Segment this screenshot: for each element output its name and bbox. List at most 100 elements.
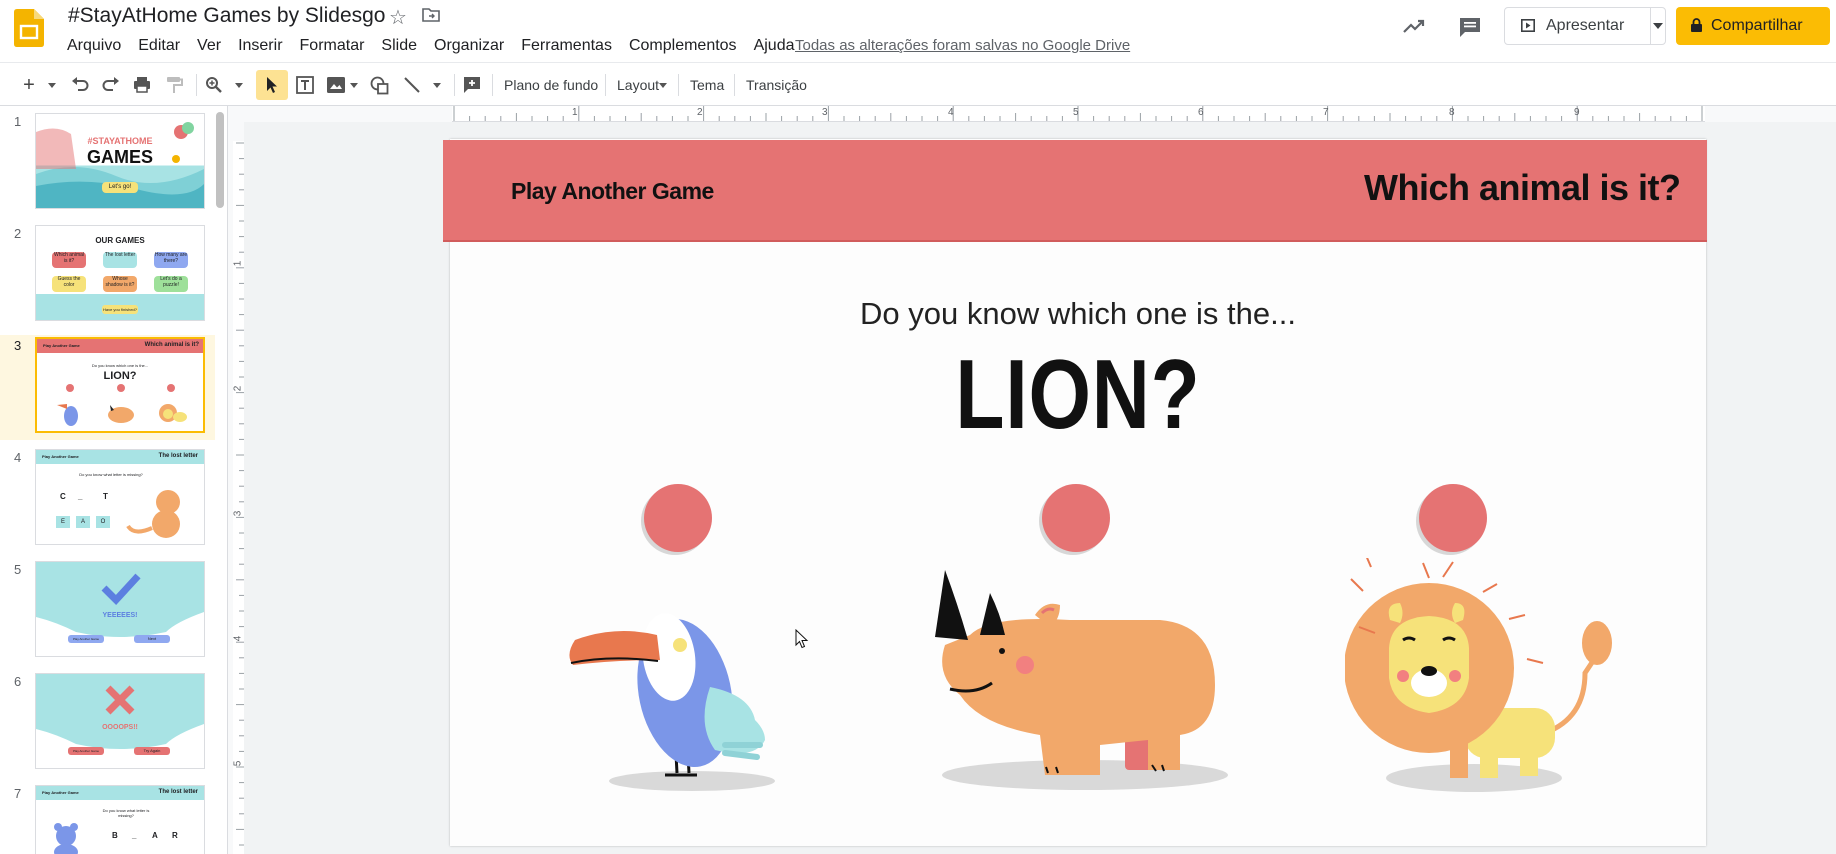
slide-number: 6: [14, 674, 22, 689]
comments-icon[interactable]: [1458, 16, 1482, 38]
lion-illustration[interactable]: [1345, 558, 1615, 798]
slide-thumbnail-3[interactable]: Play Another Game Which animal is it? Do…: [35, 337, 205, 433]
ruler-number: 3: [232, 510, 244, 517]
background-button[interactable]: Plano de fundo: [504, 77, 598, 93]
menu-inserir[interactable]: Inserir: [229, 35, 291, 57]
present-options-chevron-icon[interactable]: [1653, 23, 1663, 29]
layout-button[interactable]: Layout: [617, 77, 659, 93]
toucan-illustration[interactable]: [565, 595, 795, 795]
thumb-our-games-title: OUR GAMES: [95, 236, 145, 245]
zoom-chevron-icon[interactable]: [235, 83, 243, 88]
menu-ferramentas[interactable]: Ferramentas: [512, 35, 621, 57]
new-slide-chevron-icon[interactable]: [48, 83, 56, 88]
ruler-number: 7: [1323, 107, 1329, 118]
menu-slide[interactable]: Slide: [372, 35, 426, 57]
add-comment-icon[interactable]: [463, 76, 481, 94]
thumb-tile: Let's do a puzzle!: [154, 276, 188, 292]
transition-button[interactable]: Transição: [746, 77, 807, 93]
thumb-letter: T: [103, 492, 108, 501]
line-chevron-icon[interactable]: [433, 83, 441, 88]
thumb-banner-left: Play Another Game: [42, 454, 79, 459]
thumb-animals-art: [57, 384, 187, 426]
redo-icon[interactable]: [102, 76, 120, 92]
slide-thumbnail-4[interactable]: Play Another Game The lost letter Do you…: [35, 449, 205, 545]
ruler-number: 4: [948, 107, 954, 118]
choice-dot-toucan[interactable]: [644, 484, 712, 552]
ruler-number: 1: [232, 260, 244, 267]
ruler-number: 9: [1574, 107, 1580, 118]
thumb-question: Do you know what letter is missing?: [79, 472, 143, 477]
toolbar-divider: [605, 74, 606, 96]
ruler-number: 8: [1449, 107, 1455, 118]
menu-complementos[interactable]: Complementos: [620, 35, 746, 57]
menu-formatar[interactable]: Formatar: [291, 35, 374, 57]
text-box-icon[interactable]: [296, 76, 314, 94]
menu-organizar[interactable]: Organizar: [425, 35, 513, 57]
slide-thumbnail-5[interactable]: YEEEEES! Play Another Game Next: [35, 561, 205, 657]
thumb-banner-right: The lost letter: [158, 453, 198, 459]
move-folder-icon[interactable]: [422, 8, 440, 22]
thumb-letter: R: [172, 831, 178, 840]
image-icon[interactable]: [327, 77, 345, 93]
undo-icon[interactable]: [71, 76, 89, 92]
slides-logo-icon[interactable]: [14, 9, 44, 47]
thumb-option: O: [96, 516, 110, 528]
thumb-question: Do you know which one is the...: [91, 363, 149, 368]
thumb-tile: Whose shadow is it?: [103, 276, 137, 292]
document-title[interactable]: #StayAtHome Games by Slidesgo: [68, 4, 385, 28]
share-label: Compartilhar: [1711, 17, 1803, 34]
play-another-game-link[interactable]: Play Another Game: [511, 178, 714, 205]
slide-title[interactable]: Which animal is it?: [1364, 167, 1681, 209]
zoom-icon[interactable]: [205, 76, 223, 94]
present-icon: [1521, 19, 1535, 32]
thumb-button: Play Another Game: [68, 747, 104, 755]
slide-thumbnail-7[interactable]: Play Another Game The lost letter Do you…: [35, 785, 205, 854]
toolbar-divider: [734, 74, 735, 96]
menu-editar[interactable]: Editar: [129, 35, 189, 57]
image-chevron-icon[interactable]: [350, 83, 358, 88]
choice-dot-lion[interactable]: [1419, 484, 1487, 552]
print-icon[interactable]: [133, 76, 151, 93]
thumb-banner-left: Play Another Game: [42, 790, 79, 795]
ruler-number: 3: [822, 107, 828, 118]
ruler-number: 5: [1073, 107, 1079, 118]
question-text[interactable]: Do you know which one is the...: [450, 296, 1706, 332]
toolbar-divider: [678, 74, 679, 96]
menu-bar: Arquivo Editar Ver Inserir Formatar Slid…: [58, 35, 802, 57]
new-slide-plus-icon[interactable]: +: [20, 75, 38, 95]
ruler-number: 4: [232, 635, 244, 642]
answer-text[interactable]: LION?: [563, 344, 1593, 444]
slide-number: 2: [14, 226, 22, 241]
thumb-tile: The lost letter: [103, 252, 137, 268]
ruler-number: 6: [1198, 107, 1204, 118]
slide-number: 4: [14, 450, 22, 465]
slide-thumbnail-2[interactable]: OUR GAMES Which animal is it? The lost l…: [35, 225, 205, 321]
paint-format-icon[interactable]: [165, 76, 183, 94]
activity-trend-icon[interactable]: [1402, 16, 1426, 36]
rhino-illustration[interactable]: [920, 565, 1250, 797]
thumb-letter: C: [60, 492, 66, 501]
cursor-select-icon: [267, 77, 277, 93]
choice-dot-rhino[interactable]: [1042, 484, 1110, 552]
line-icon[interactable]: [403, 76, 421, 94]
slide-thumbnail-1[interactable]: #STAYATHOME GAMES Let's go!: [35, 113, 205, 209]
thumb-letter: _: [132, 831, 137, 840]
thumb-tile: Which animal is it?: [52, 252, 86, 268]
thumb-yes-text: YEEEEES!: [102, 612, 138, 619]
shape-icon[interactable]: [370, 76, 389, 95]
theme-button[interactable]: Tema: [690, 77, 724, 93]
slide-thumbnail-6[interactable]: OOOOPS!! Play Another Game Try Again: [35, 673, 205, 769]
thumb-tile: How many are there?: [154, 252, 188, 268]
mouse-cursor-icon: [795, 629, 809, 649]
star-icon[interactable]: ☆: [389, 5, 407, 30]
thumb-oops-text: OOOOPS!!: [102, 724, 138, 731]
ruler-number: 5: [232, 760, 244, 767]
thumb-letter: _: [78, 492, 83, 501]
layout-chevron-icon[interactable]: [659, 83, 667, 88]
menu-arquivo[interactable]: Arquivo: [58, 35, 130, 57]
slide-number: 5: [14, 562, 22, 577]
menu-ver[interactable]: Ver: [188, 35, 230, 57]
save-status-link[interactable]: Todas as alterações foram salvas no Goog…: [795, 37, 1130, 54]
filmstrip-scrollbar[interactable]: [216, 112, 224, 208]
thumb-finished-button: Have you finished?: [102, 305, 138, 314]
